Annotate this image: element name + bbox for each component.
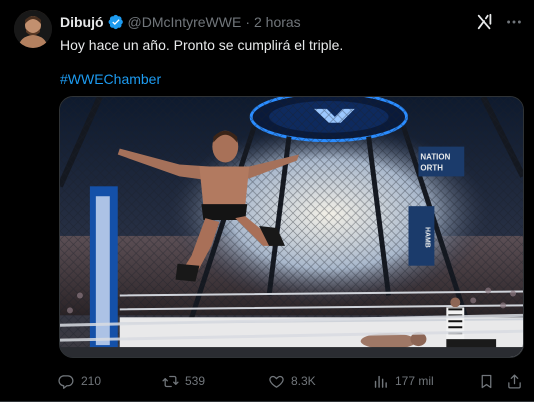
views-button[interactable]: 177 mil <box>372 370 434 392</box>
reply-button[interactable]: 210 <box>58 370 101 392</box>
tweet-text: Hoy hace un año. Pronto se cumplirá el t… <box>60 37 344 53</box>
avatar[interactable] <box>14 10 52 48</box>
grok-icon[interactable] <box>476 13 494 31</box>
reply-count: 210 <box>81 374 102 388</box>
reply-icon <box>58 374 74 389</box>
timestamp[interactable]: 2 horas <box>254 13 301 31</box>
handle[interactable]: @DMcIntyreWWE <box>128 13 242 31</box>
separator-dot: · <box>245 14 250 30</box>
more-dots-icon[interactable] <box>504 12 524 32</box>
bookmark-button[interactable] <box>478 370 495 392</box>
arena-sign-1: NATION <box>420 153 450 162</box>
hashtag-link[interactable]: #WWEChamber <box>60 70 161 89</box>
tweet-card[interactable]: Dibujó @DMcIntyreWWE · 2 horas Hoy hace … <box>0 0 534 402</box>
heart-icon <box>269 375 284 388</box>
repost-count: 539 <box>185 374 206 388</box>
tweet-header: Dibujó @DMcIntyreWWE · 2 horas <box>60 13 301 31</box>
verified-badge-icon <box>108 14 124 30</box>
tweet-actions-bar: 210 539 8.3K 177 mil <box>58 370 526 392</box>
views-count: 177 mil <box>395 374 434 388</box>
wrestling-chamber-photo: NATION ORTH HAMB <box>60 97 523 357</box>
repost-icon <box>162 375 179 387</box>
share-icon <box>508 373 521 389</box>
repost-button[interactable]: 539 <box>162 370 205 392</box>
like-button[interactable]: 8.3K <box>268 370 316 392</box>
bookmark-icon <box>481 374 492 388</box>
like-count: 8.3K <box>291 374 316 388</box>
views-chart-icon <box>374 375 387 388</box>
share-button[interactable] <box>506 370 523 392</box>
arena-sign-2: ORTH <box>420 163 443 172</box>
tweet-media-photo[interactable]: NATION ORTH HAMB <box>59 96 524 358</box>
display-name[interactable]: Dibujó <box>60 13 104 31</box>
arena-sign-3: HAMB <box>423 227 430 248</box>
